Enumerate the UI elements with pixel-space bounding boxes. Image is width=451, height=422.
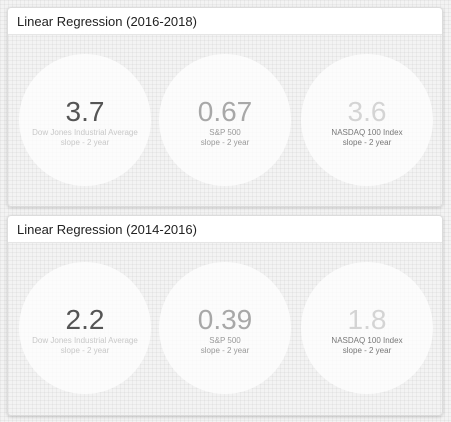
metric-value: 0.39 [197, 303, 253, 335]
panel-header: Linear Regression (2016-2018) [8, 8, 442, 35]
metric-subtitle: slope - 2 year [60, 345, 110, 355]
metric-dow-jones: 3.7 Dow Jones Industrial Average slope -… [19, 54, 151, 186]
panel-title: Linear Regression (2014-2016) [17, 221, 197, 237]
metric-nasdaq-100: 1.8 NASDAQ 100 Index slope - 2 year [301, 262, 433, 394]
metric-subtitle: slope - 2 year [60, 137, 110, 147]
metric-label: Dow Jones Industrial Average [32, 335, 138, 345]
metric-value: 3.6 [347, 95, 387, 127]
regression-panel-2016-2018: Linear Regression (2016-2018) 3.7 Dow Jo… [7, 7, 443, 207]
metric-nasdaq-100: 3.6 NASDAQ 100 Index slope - 2 year [301, 54, 433, 186]
metric-sp500: 0.39 S&P 500 slope - 2 year [159, 262, 291, 394]
metric-subtitle: slope - 2 year [342, 345, 392, 355]
metric-subtitle: slope - 2 year [342, 137, 392, 147]
metric-value: 2.2 [65, 303, 105, 335]
metric-value: 1.8 [347, 303, 387, 335]
panel-body: 3.7 Dow Jones Industrial Average slope -… [8, 35, 442, 206]
metric-label: NASDAQ 100 Index [331, 335, 403, 345]
metric-label: NASDAQ 100 Index [331, 127, 403, 137]
regression-panel-2014-2016: Linear Regression (2014-2016) 2.2 Dow Jo… [7, 215, 443, 416]
metric-subtitle: slope - 2 year [200, 345, 250, 355]
metric-subtitle: slope - 2 year [200, 137, 250, 147]
panel-header: Linear Regression (2014-2016) [8, 216, 442, 243]
metric-sp500: 0.67 S&P 500 slope - 2 year [159, 54, 291, 186]
metric-dow-jones: 2.2 Dow Jones Industrial Average slope -… [19, 262, 151, 394]
panel-body: 2.2 Dow Jones Industrial Average slope -… [8, 243, 442, 415]
metric-value: 0.67 [197, 95, 253, 127]
panel-title: Linear Regression (2016-2018) [17, 13, 197, 29]
metric-label: Dow Jones Industrial Average [32, 127, 138, 137]
metric-value: 3.7 [65, 95, 105, 127]
metric-label: S&P 500 [209, 335, 241, 345]
metric-label: S&P 500 [209, 127, 241, 137]
